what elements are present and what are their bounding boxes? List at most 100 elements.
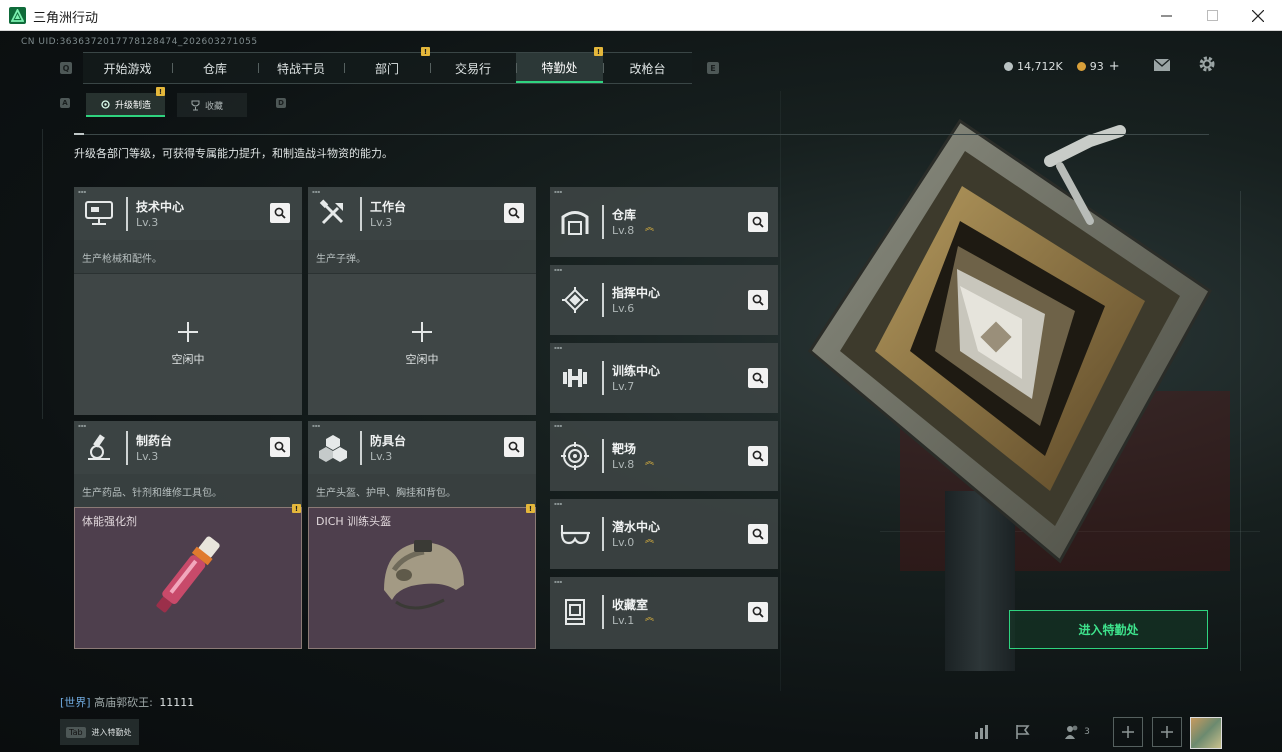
collection-icon xyxy=(559,596,591,628)
subtab-collection[interactable]: 收藏 xyxy=(177,93,248,117)
tab-label: 特勤处 xyxy=(541,60,578,75)
tab-special-ops[interactable]: 特勤处! xyxy=(516,47,603,83)
command-chip-icon xyxy=(559,284,591,316)
notification-badge: ! xyxy=(156,87,166,96)
department-card-warehouse[interactable]: ▪▪▪ 仓库 Lv.8 ︽ xyxy=(550,187,778,257)
craft-item-name: 体能强化剂 xyxy=(82,515,137,528)
game-window: 三角洲行动 CN UID:3636372017778128474_2026032… xyxy=(0,0,1282,752)
coin-balance: 14,712K xyxy=(1017,60,1063,73)
settings-gear-icon[interactable] xyxy=(1198,55,1218,75)
header-separator xyxy=(360,197,362,231)
header-separator xyxy=(602,595,604,629)
tab-label: 部门 xyxy=(374,61,399,76)
department-name: 靶场 xyxy=(612,442,637,456)
dumbbell-icon xyxy=(559,362,591,394)
workshop-description: 生产子弹。 xyxy=(316,254,366,265)
search-icon[interactable] xyxy=(748,524,768,544)
app-logo-icon xyxy=(9,7,26,24)
tab-market[interactable]: 交易行 xyxy=(430,53,516,83)
tab-label: 开始游戏 xyxy=(103,61,152,76)
header-separator xyxy=(126,197,128,231)
search-icon[interactable] xyxy=(270,203,290,223)
department-level: Lv.8 xyxy=(612,458,635,471)
search-icon[interactable] xyxy=(270,437,290,457)
tab-label: 特战干员 xyxy=(276,61,325,76)
subtab-upgrade-craft[interactable]: 升级制造 ! xyxy=(86,87,166,117)
squad-button[interactable]: 3 xyxy=(1058,717,1096,747)
department-name: 潜水中心 xyxy=(612,520,661,534)
world-chat-line[interactable]: [世界] 高庙郭砍王: 11111 xyxy=(60,694,194,710)
diving-mask-icon xyxy=(559,518,591,550)
tools-icon xyxy=(317,197,349,229)
plus-icon xyxy=(178,322,198,342)
search-icon[interactable] xyxy=(504,437,524,457)
craft-item-slot[interactable]: 体能强化剂 ! xyxy=(74,504,302,649)
department-card-training-center[interactable]: ▪▪▪ 训练中心 Lv.7 xyxy=(550,343,778,413)
card-corner-mark: ▪▪▪ xyxy=(78,423,87,428)
craft-slot-empty[interactable]: 空闲中 xyxy=(74,273,302,415)
tab-start-game[interactable]: 开始游戏 xyxy=(83,53,172,83)
upgrade-available-icon: ︽ xyxy=(645,457,654,467)
page-description: 升级各部门等级，可获得专属能力提升，和制造战斗物资的能力。 xyxy=(74,147,393,160)
add-friend-slot-1[interactable] xyxy=(1113,717,1143,747)
tab-shortcut-hint[interactable]: Tab 进入特勤处 xyxy=(60,719,139,745)
search-icon[interactable] xyxy=(748,446,768,466)
enter-special-ops-button[interactable]: 进入特勤处 xyxy=(1009,610,1208,649)
card-corner-mark: ▪▪▪ xyxy=(78,189,87,194)
add-friend-slot-2[interactable] xyxy=(1152,717,1182,747)
slot-status: 空闲中 xyxy=(171,353,205,366)
workshop-level: Lv.3 xyxy=(136,450,159,463)
search-icon[interactable] xyxy=(748,602,768,622)
tab-department[interactable]: 部门! xyxy=(344,47,430,83)
minimize-icon[interactable] xyxy=(1143,0,1189,31)
warehouse-icon xyxy=(559,206,591,238)
search-icon[interactable] xyxy=(504,203,524,223)
tab-gunsmith[interactable]: 改枪台 xyxy=(603,53,692,83)
squad-icon xyxy=(1065,725,1078,739)
header-separator xyxy=(602,283,604,317)
workshop-card-tech-center[interactable]: ▪▪▪ 技术中心 Lv.3 生产枪械和配件。 空闲中 xyxy=(74,187,302,415)
workshop-card-pharmacy[interactable]: ▪▪▪ 制药台 Lv.3 生产药品、针剂和维修工具包。 体能强化剂 ! xyxy=(74,421,302,649)
craft-item-slot[interactable]: DICH 训练头盔 ! xyxy=(308,504,536,649)
stats-icon[interactable] xyxy=(967,717,997,747)
workshop-card-armor-bench[interactable]: ▪▪▪ 防具台 Lv.3 生产头盔、护甲、胸挂和背包。 DICH 训练头盔 ! xyxy=(308,421,536,649)
card-corner-mark: ▪▪▪ xyxy=(554,501,563,506)
microscope-icon xyxy=(83,431,115,463)
header-separator xyxy=(602,205,604,239)
maximize-icon[interactable] xyxy=(1189,0,1235,31)
department-card-collection-room[interactable]: ▪▪▪ 收藏室 Lv.1 ︽ xyxy=(550,577,778,649)
search-icon[interactable] xyxy=(748,212,768,232)
card-corner-mark: ▪▪▪ xyxy=(312,189,321,194)
upgrade-gear-icon xyxy=(101,99,110,109)
search-icon[interactable] xyxy=(748,290,768,310)
add-currency-button[interactable]: + xyxy=(1109,59,1120,74)
department-name: 训练中心 xyxy=(612,364,661,378)
card-corner-mark: ▪▪▪ xyxy=(554,267,563,272)
department-level: Lv.7 xyxy=(612,380,635,393)
workshop-level: Lv.3 xyxy=(370,216,393,229)
vault-model-image xyxy=(808,118,1212,564)
coin-icon xyxy=(1004,62,1013,71)
title-bar: 三角洲行动 xyxy=(0,0,1282,31)
department-card-shooting-range[interactable]: ▪▪▪ 靶场 Lv.8 ︽ xyxy=(550,421,778,491)
tab-operators[interactable]: 特战干员 xyxy=(258,53,344,83)
squad-count: 3 xyxy=(1084,727,1090,737)
player-avatar[interactable] xyxy=(1190,717,1222,749)
flag-icon[interactable] xyxy=(1008,717,1038,747)
cubes-icon xyxy=(317,431,349,463)
department-level: Lv.1 xyxy=(612,614,635,627)
chat-user: 高庙郭砍王: xyxy=(94,696,153,709)
section-divider-accent xyxy=(74,133,84,135)
tab-warehouse[interactable]: 仓库 xyxy=(172,53,258,83)
close-icon[interactable] xyxy=(1235,0,1281,31)
sub-navigation: 升级制造 ! 收藏 xyxy=(86,87,248,117)
mail-icon[interactable] xyxy=(1153,57,1173,73)
workshop-name: 技术中心 xyxy=(136,200,185,214)
craft-slot-empty[interactable]: 空闲中 xyxy=(308,273,536,415)
subtab-label: 收藏 xyxy=(205,101,224,112)
nav-left-key: Q xyxy=(60,62,72,74)
department-card-command-center[interactable]: ▪▪▪ 指挥中心 Lv.6 xyxy=(550,265,778,335)
search-icon[interactable] xyxy=(748,368,768,388)
workshop-card-workbench[interactable]: ▪▪▪ 工作台 Lv.3 生产子弹。 空闲中 xyxy=(308,187,536,415)
department-card-diving-center[interactable]: ▪▪▪ 潜水中心 Lv.0 ︽ xyxy=(550,499,778,569)
